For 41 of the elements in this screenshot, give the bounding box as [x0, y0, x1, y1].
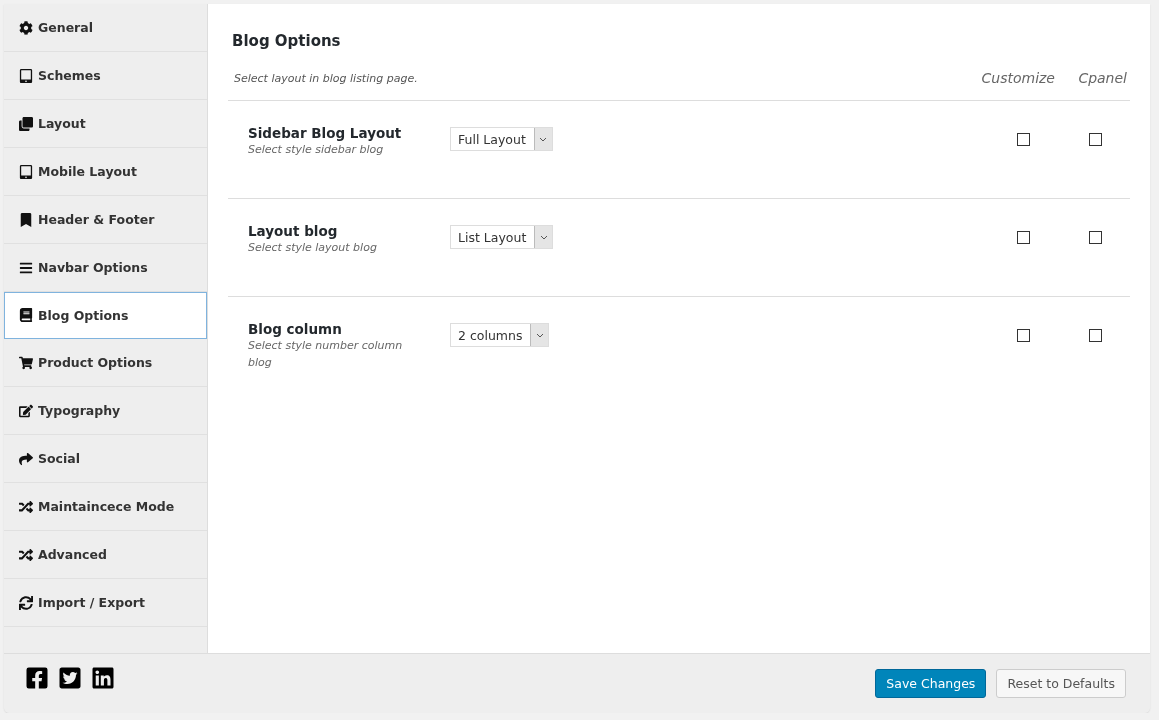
- sidebar-item[interactable]: Blog Options: [4, 292, 207, 339]
- option-label: Blog column: [248, 321, 343, 337]
- chevron-down-icon: [539, 234, 548, 240]
- book-icon: [19, 308, 33, 322]
- share-icon: [19, 451, 33, 466]
- option-hint: Select style sidebar blog: [248, 142, 385, 158]
- reset-button[interactable]: Reset to Defaults: [996, 669, 1126, 698]
- select-dropdown[interactable]: Full Layout: [450, 127, 553, 151]
- checkbox[interactable]: [1017, 133, 1030, 146]
- twitter-icon[interactable]: [58, 665, 82, 690]
- checkbox[interactable]: [1089, 133, 1102, 146]
- chevron-down-icon: [535, 332, 544, 338]
- checkbox[interactable]: [1017, 231, 1030, 244]
- linkedin-icon[interactable]: [91, 665, 115, 690]
- column-header: Customize: [980, 70, 1055, 86]
- refresh-icon: [19, 595, 33, 610]
- option-label: Layout blog: [248, 223, 339, 239]
- shuffle-icon: [19, 499, 33, 514]
- menu-icon: [19, 260, 33, 275]
- save-button[interactable]: Save Changes: [875, 669, 987, 698]
- tablet-icon: [19, 164, 33, 179]
- select-dropdown[interactable]: List Layout: [450, 225, 554, 249]
- column-header: Cpanel: [1077, 70, 1127, 86]
- option-hint: Select style number column blog: [248, 338, 404, 371]
- tablet-icon: [19, 68, 33, 83]
- option-hint: Select style layout blog: [248, 240, 378, 256]
- shuffle-icon: [19, 547, 33, 562]
- checkbox[interactable]: [1017, 329, 1030, 342]
- chevron-down-icon: [539, 136, 548, 142]
- section-title: Blog Options: [232, 32, 342, 50]
- edit-icon: [19, 403, 33, 418]
- gear-icon: [19, 20, 33, 35]
- option-label: Sidebar Blog Layout: [248, 125, 403, 141]
- bookmark-icon: [19, 212, 33, 227]
- select-dropdown[interactable]: 2 columns: [450, 323, 550, 347]
- checkbox[interactable]: [1089, 329, 1102, 342]
- section-description: Select layout in blog listing page.: [233, 71, 419, 85]
- facebook-icon[interactable]: [25, 665, 49, 690]
- checkbox[interactable]: [1089, 231, 1102, 244]
- copy-icon: [19, 116, 33, 131]
- cart-icon: [19, 355, 33, 370]
